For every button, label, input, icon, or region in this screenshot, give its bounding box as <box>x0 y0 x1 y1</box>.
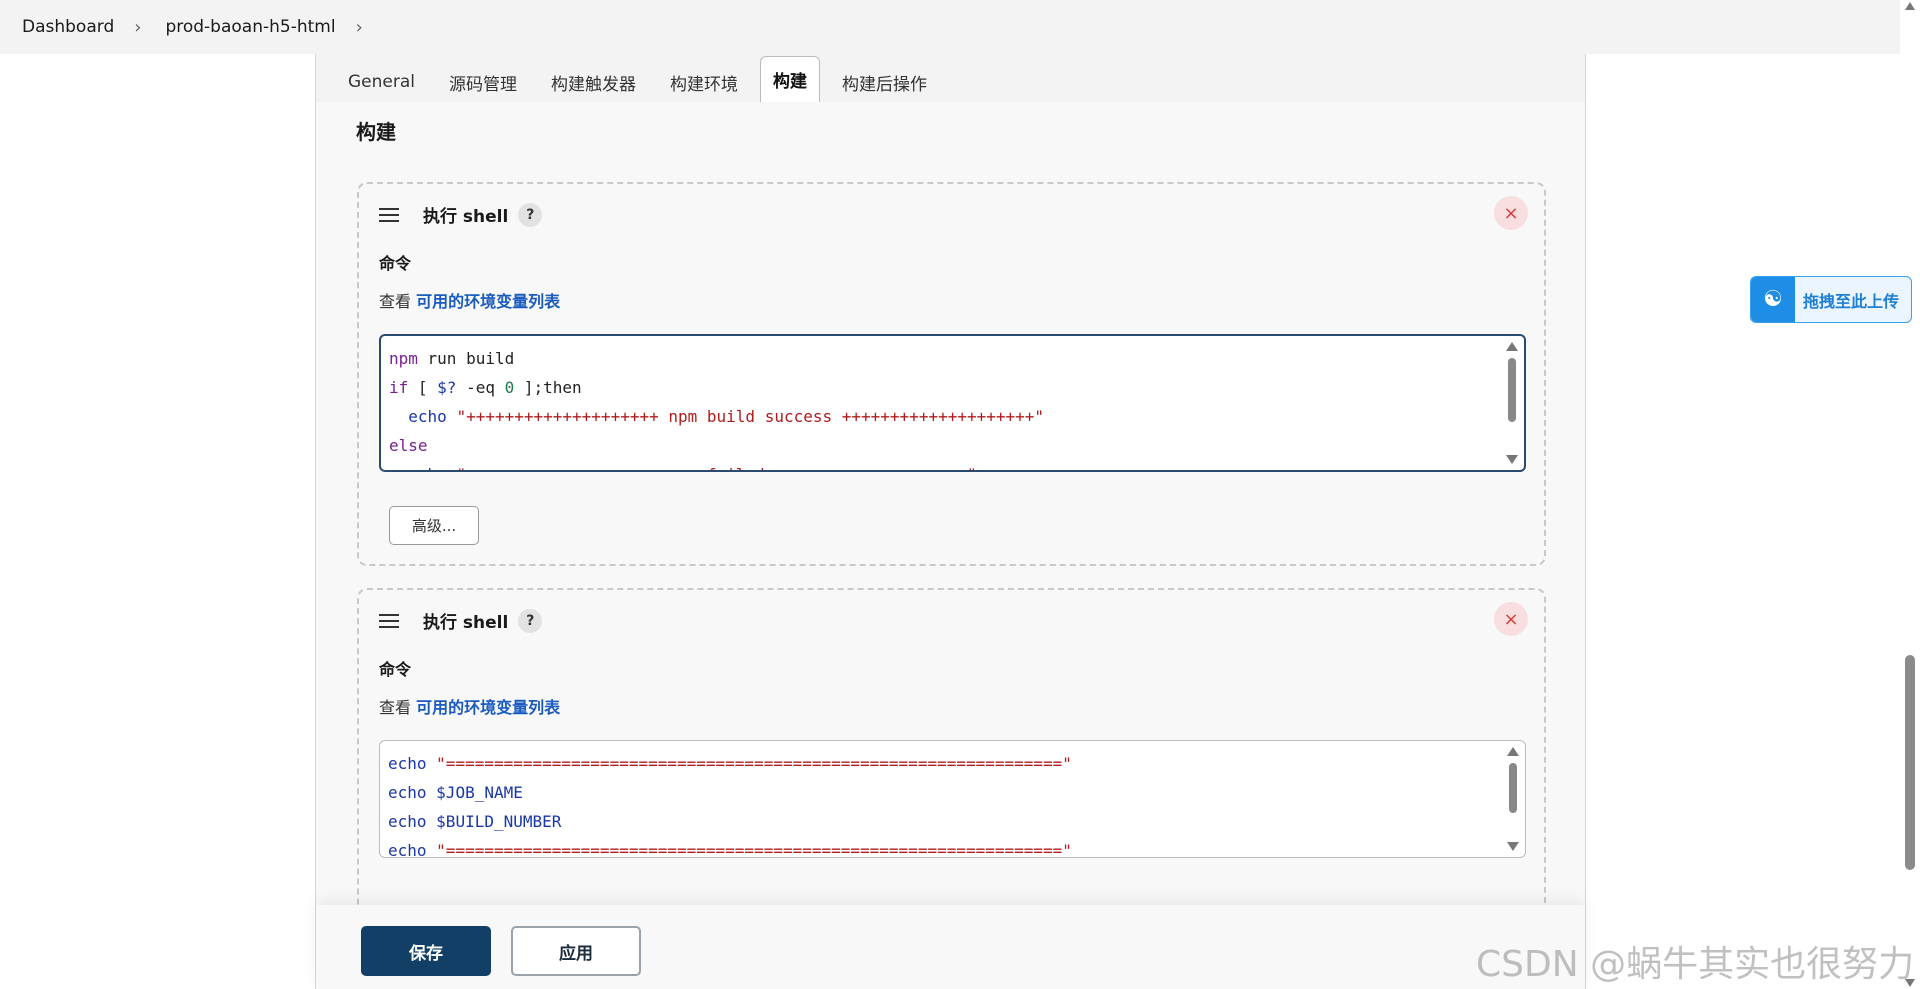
code-line: echo "==================================… <box>388 754 1072 773</box>
section-title: 构建 <box>356 120 396 144</box>
step-title: 执行 shell <box>423 613 509 633</box>
breadcrumb: Dashboard › prod-baoan-h5-html › <box>0 0 1900 54</box>
step-title: 执行 shell <box>423 207 509 227</box>
tab-general[interactable]: General <box>336 62 427 102</box>
code-line: if [ $? -eq 0 ];then <box>389 378 582 397</box>
help-icon[interactable]: ? <box>518 608 543 633</box>
page-scrollbar[interactable] <box>1900 0 1920 989</box>
env-vars-line: 查看 可用的环境变量列表 <box>379 694 560 718</box>
tab-triggers[interactable]: 构建触发器 <box>539 62 648 102</box>
env-vars-link[interactable]: 可用的环境变量列表 <box>416 292 560 311</box>
env-prefix: 查看 <box>379 698 412 717</box>
advanced-button[interactable]: 高级... <box>389 506 479 545</box>
editor-scrollbar[interactable] <box>1506 342 1518 464</box>
command-label: 命令 <box>379 660 412 679</box>
breadcrumb-dashboard[interactable]: Dashboard <box>22 17 114 37</box>
watermark: CSDN @蜗牛其实也很努力 <box>1476 944 1915 985</box>
code-line: echo $BUILD_NUMBER <box>388 812 562 831</box>
editor-scrollbar[interactable] <box>1507 747 1519 851</box>
close-icon[interactable]: × <box>1494 196 1528 230</box>
command-editor[interactable]: npm run build if [ $? -eq 0 ];then echo "… <box>379 334 1526 472</box>
config-panel: General 源码管理 构建触发器 构建环境 构建 构建后操作 构建 执行 s… <box>315 54 1586 989</box>
env-vars-line: 查看 可用的环境变量列表 <box>379 288 560 312</box>
close-icon[interactable]: × <box>1494 602 1528 636</box>
env-prefix: 查看 <box>379 292 412 311</box>
tab-build[interactable]: 构建 <box>760 56 820 102</box>
env-vars-link[interactable]: 可用的环境变量列表 <box>416 698 560 717</box>
chevron-right-icon[interactable]: › <box>356 17 363 38</box>
build-step-shell-1: 执行 shell ? × 命令 查看 可用的环境变量列表 npm run bui… <box>357 182 1546 566</box>
upload-widget[interactable]: ☯ 拖拽至此上传 <box>1750 276 1912 323</box>
command-label: 命令 <box>379 254 412 273</box>
code-line: echo "++++++++++++++++++++ npm failed ++… <box>389 460 1488 470</box>
code-line: echo "==================================… <box>388 841 1072 858</box>
command-editor[interactable]: echo "==================================… <box>379 740 1526 858</box>
help-icon[interactable]: ? <box>518 202 543 227</box>
tab-build-env[interactable]: 构建环境 <box>658 62 750 102</box>
code-line: npm run build <box>389 349 515 368</box>
chevron-right-icon[interactable]: › <box>134 17 141 38</box>
code-line: echo $JOB_NAME <box>388 783 523 802</box>
form-actions-bar: 保存 应用 <box>316 905 1585 989</box>
config-tabs: General 源码管理 构建触发器 构建环境 构建 构建后操作 <box>316 54 1585 102</box>
breadcrumb-job[interactable]: prod-baoan-h5-html <box>165 17 335 37</box>
tab-post-build[interactable]: 构建后操作 <box>830 62 939 102</box>
tab-scm[interactable]: 源码管理 <box>437 62 529 102</box>
code-line: else <box>389 436 428 455</box>
save-button[interactable]: 保存 <box>361 926 491 976</box>
upload-label: 拖拽至此上传 <box>1803 291 1900 311</box>
apply-button[interactable]: 应用 <box>511 926 641 976</box>
drag-handle-icon[interactable] <box>379 207 399 222</box>
drag-handle-icon[interactable] <box>379 613 399 628</box>
build-step-shell-2: 执行 shell ? × 命令 查看 可用的环境变量列表 echo "=====… <box>357 588 1546 928</box>
code-line: echo "++++++++++++++++++++ npm build suc… <box>408 407 1045 426</box>
cloud-icon: ☯ <box>1751 277 1795 322</box>
